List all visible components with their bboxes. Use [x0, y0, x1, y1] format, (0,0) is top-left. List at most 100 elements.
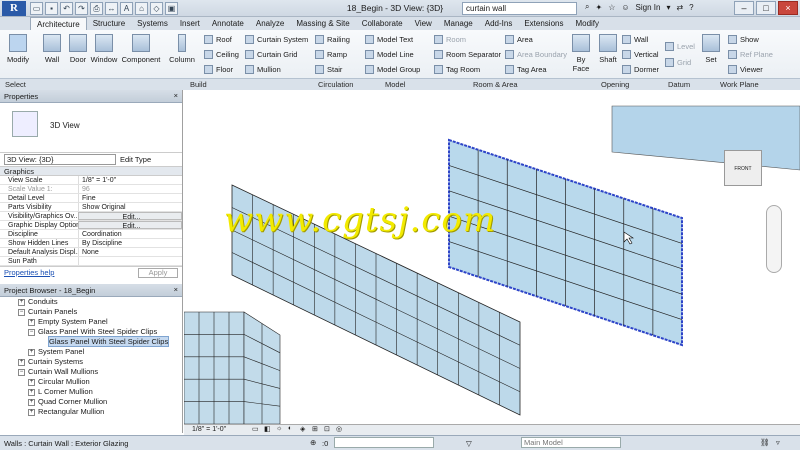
- filter-count-icon[interactable]: ▿: [776, 438, 780, 447]
- tab-massing-site[interactable]: Massing & Site: [290, 17, 355, 30]
- tab-collaborate[interactable]: Collaborate: [356, 17, 409, 30]
- maximize-button[interactable]: □: [756, 1, 776, 15]
- crop-icon[interactable]: ⊡: [324, 425, 330, 433]
- model-group-button[interactable]: Model Group: [365, 65, 420, 74]
- properties-group-graphics[interactable]: Graphics: [0, 167, 182, 176]
- shaft-button[interactable]: Shaft: [596, 34, 620, 64]
- level-button[interactable]: Level: [665, 42, 695, 51]
- hide-icon[interactable]: ◎: [336, 425, 342, 433]
- tab-extensions[interactable]: Extensions: [518, 17, 569, 30]
- type-selector[interactable]: 3D View: [0, 103, 182, 153]
- close-hidden-icon[interactable]: ▣: [165, 2, 178, 15]
- expand-icon[interactable]: +: [28, 378, 35, 386]
- tab-modify[interactable]: Modify: [569, 17, 605, 30]
- section-icon[interactable]: ◇: [150, 2, 163, 15]
- ref-plane-button[interactable]: Ref Plane: [728, 50, 773, 59]
- shadows-icon[interactable]: ◐: [288, 425, 292, 432]
- collapse-icon[interactable]: −: [18, 368, 25, 376]
- column-button[interactable]: Column: [168, 34, 196, 64]
- curtain-wall-corner[interactable]: [183, 311, 281, 425]
- room-button[interactable]: Room: [434, 35, 466, 44]
- stair-button[interactable]: Stair: [315, 65, 342, 74]
- curtain-grid-button[interactable]: Curtain Grid: [245, 50, 297, 59]
- tab-annotate[interactable]: Annotate: [206, 17, 250, 30]
- instance-select[interactable]: 3D View: {3D}: [4, 154, 116, 165]
- model-line-button[interactable]: Model Line: [365, 50, 414, 59]
- expand-icon[interactable]: +: [28, 398, 35, 406]
- tree-item[interactable]: + Quad Corner Mullion: [0, 397, 182, 407]
- minimize-button[interactable]: –: [734, 1, 754, 15]
- set-button[interactable]: Set: [700, 34, 722, 64]
- tab-systems[interactable]: Systems: [131, 17, 174, 30]
- lock-icon[interactable]: ⊞: [312, 425, 318, 433]
- app-logo[interactable]: R: [2, 1, 26, 16]
- expand-icon[interactable]: +: [28, 388, 35, 396]
- tab-structure[interactable]: Structure: [87, 17, 131, 30]
- select-links-icon[interactable]: ⛓: [760, 438, 770, 447]
- floor-button[interactable]: Floor: [204, 65, 233, 74]
- sun-path-icon[interactable]: ☼: [276, 425, 282, 432]
- tab-add-ins[interactable]: Add-Ins: [479, 17, 519, 30]
- redo-icon[interactable]: ↷: [75, 2, 88, 15]
- star-icon[interactable]: ☆: [608, 3, 615, 12]
- panel-room-area[interactable]: Room & Area: [473, 80, 518, 89]
- vertical-opening-button[interactable]: Vertical: [622, 50, 659, 59]
- worksharing-icon[interactable]: ⊕: [310, 438, 316, 447]
- expand-icon[interactable]: +: [18, 358, 25, 366]
- tab-insert[interactable]: Insert: [174, 17, 206, 30]
- search-input[interactable]: curtain wall: [462, 2, 577, 15]
- view-cube[interactable]: FRONT: [724, 150, 762, 186]
- expand-icon[interactable]: +: [28, 348, 35, 356]
- close-button[interactable]: ×: [778, 1, 798, 15]
- component-button[interactable]: Component: [121, 34, 161, 64]
- text-icon[interactable]: A: [120, 2, 133, 15]
- roof-button[interactable]: Roof: [204, 35, 232, 44]
- tree-item[interactable]: + Conduits: [0, 297, 182, 307]
- detail-level-icon[interactable]: ▭: [252, 425, 259, 433]
- collapse-icon[interactable]: −: [18, 308, 25, 316]
- collapse-icon[interactable]: −: [28, 328, 35, 336]
- exchange-icon[interactable]: ⇄: [676, 3, 683, 12]
- subscription-icon[interactable]: ✦: [595, 3, 602, 12]
- edit-button[interactable]: Edit...: [78, 212, 182, 220]
- navigation-bar[interactable]: [766, 205, 782, 273]
- dormer-button[interactable]: Dormer: [622, 65, 659, 74]
- open-icon[interactable]: ▭: [30, 2, 43, 15]
- show-button[interactable]: Show: [728, 35, 759, 44]
- tree-item[interactable]: Glass Panel With Steel Spider Clips: [0, 336, 182, 347]
- railing-button[interactable]: Railing: [315, 35, 350, 44]
- chevron-down-icon[interactable]: ▾: [666, 3, 670, 12]
- tree-item[interactable]: + System Panel: [0, 347, 182, 357]
- expand-icon[interactable]: +: [28, 408, 35, 416]
- tab-analyze[interactable]: Analyze: [250, 17, 290, 30]
- tree-item[interactable]: − Curtain Wall Mullions: [0, 367, 182, 377]
- 3d-view-canvas[interactable]: www.cgtsj.com FRONT: [183, 90, 800, 425]
- view-scale-control[interactable]: 1/8" = 1'-0": [192, 426, 226, 433]
- tree-item[interactable]: + Circular Mullion: [0, 377, 182, 387]
- tab-architecture[interactable]: Architecture: [30, 17, 87, 30]
- tree-item[interactable]: + Rectangular Mullion: [0, 407, 182, 417]
- tree-item[interactable]: − Curtain Panels: [0, 307, 182, 317]
- undo-icon[interactable]: ↶: [60, 2, 73, 15]
- viewer-button[interactable]: Viewer: [728, 65, 763, 74]
- close-icon[interactable]: ×: [174, 91, 178, 100]
- modify-button[interactable]: Modify: [6, 34, 30, 64]
- edit-type-button[interactable]: Edit Type: [120, 155, 151, 164]
- curtain-system-button[interactable]: Curtain System: [245, 35, 308, 44]
- tag-area-button[interactable]: Tag Area: [505, 65, 547, 74]
- edit-button[interactable]: Edit...: [78, 221, 182, 229]
- measure-icon[interactable]: ↔: [105, 2, 118, 15]
- tab-manage[interactable]: Manage: [438, 17, 479, 30]
- area-boundary-button[interactable]: Area Boundary: [505, 50, 567, 59]
- apply-button[interactable]: Apply: [138, 267, 178, 278]
- tab-view[interactable]: View: [409, 17, 438, 30]
- help-icon[interactable]: ?: [689, 3, 693, 12]
- print-icon[interactable]: ⎙: [90, 2, 103, 15]
- grid-button[interactable]: Grid: [665, 58, 691, 67]
- model-text-button[interactable]: Model Text: [365, 35, 413, 44]
- ceiling-button[interactable]: Ceiling: [204, 50, 239, 59]
- ramp-button[interactable]: Ramp: [315, 50, 347, 59]
- filter-icon[interactable]: ▽: [466, 439, 472, 448]
- by-face-button[interactable]: By Face: [568, 34, 594, 73]
- tag-room-button[interactable]: Tag Room: [434, 65, 480, 74]
